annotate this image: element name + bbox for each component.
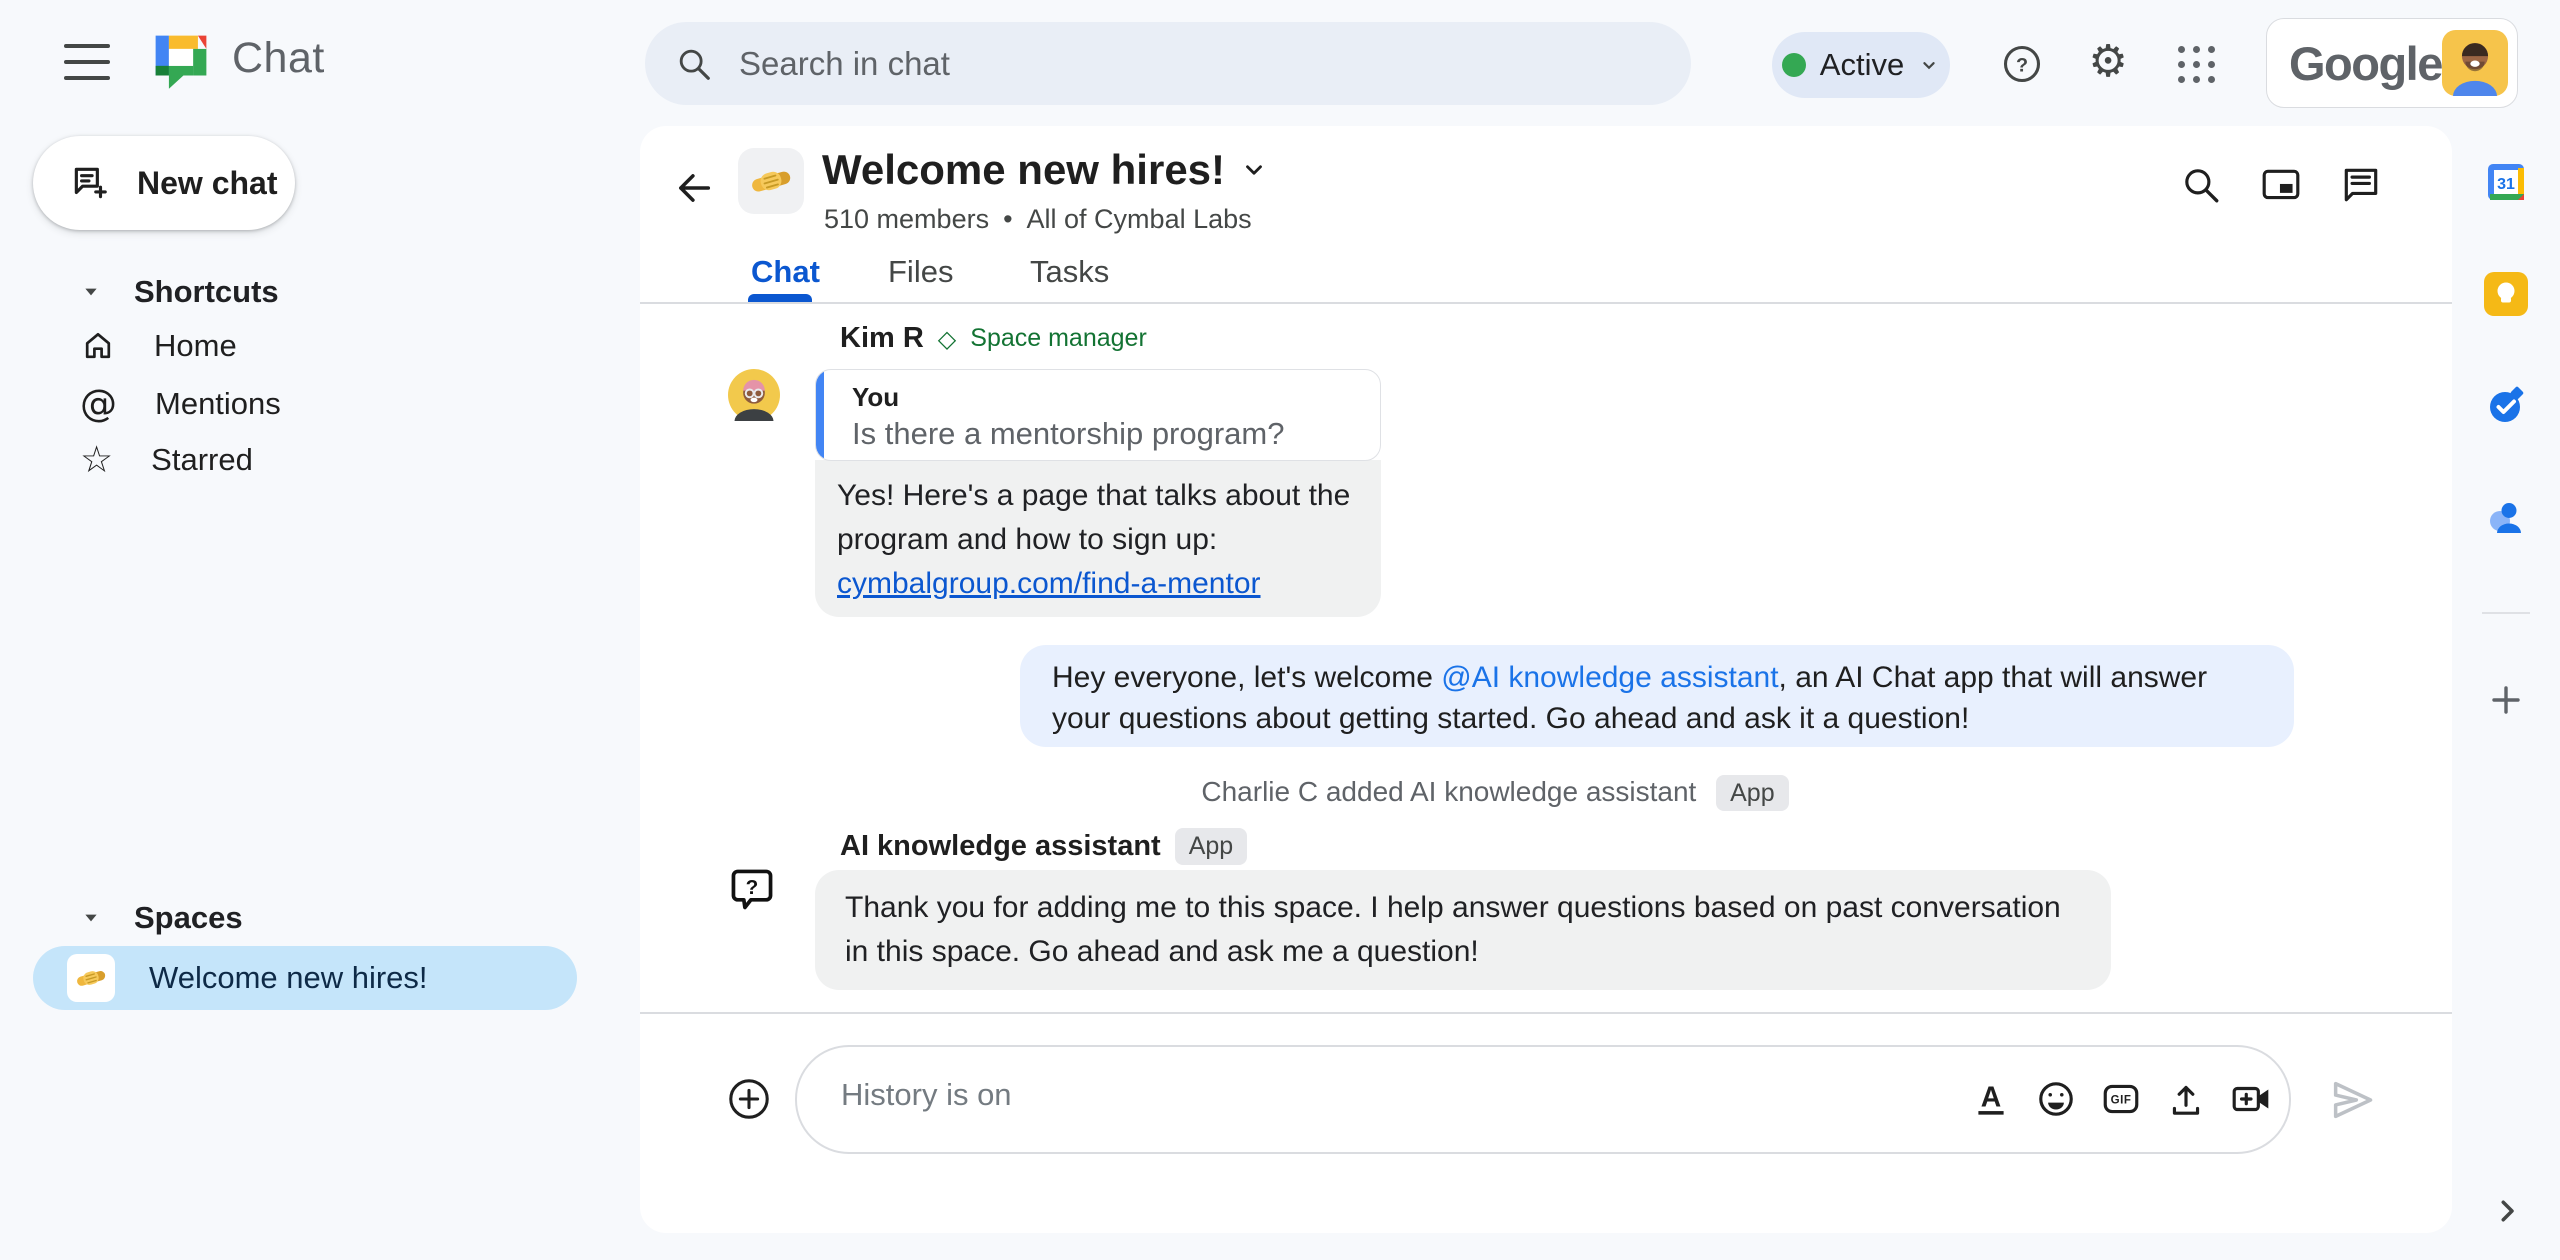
tasks-icon[interactable] bbox=[2484, 384, 2528, 428]
new-chat-button[interactable]: New chat bbox=[33, 136, 295, 230]
space-panel: Welcome new hires! 510 members • All of … bbox=[640, 126, 2452, 1233]
svg-text:31: 31 bbox=[2497, 176, 2515, 193]
space-manager-diamond-icon: ◇ bbox=[937, 324, 957, 353]
google-wordmark: Google bbox=[2289, 36, 2443, 90]
quoted-message-card[interactable]: You Is there a mentorship program? bbox=[815, 369, 1381, 461]
chevron-down-icon bbox=[1246, 165, 1262, 175]
message-bubble-welcome[interactable]: Hey everyone, let's welcome @AI knowledg… bbox=[1020, 645, 2294, 747]
sidebar-space-welcome-new-hires[interactable]: Welcome new hires! bbox=[33, 946, 577, 1010]
sender-name[interactable]: Kim R bbox=[840, 322, 924, 355]
status-label: Active bbox=[1819, 47, 1905, 82]
new-chat-icon bbox=[69, 162, 111, 204]
caret-down-icon bbox=[85, 914, 97, 922]
quote-author: You bbox=[852, 382, 900, 412]
sender-name[interactable]: AI knowledge assistant bbox=[840, 830, 1161, 863]
contacts-icon[interactable] bbox=[2484, 496, 2528, 540]
ai-assistant-mention-link[interactable]: @AI knowledge assistant bbox=[1441, 661, 1778, 694]
expand-rail-chevron[interactable] bbox=[2492, 1196, 2522, 1226]
handshake-emoji-icon bbox=[752, 171, 791, 192]
tab-chat[interactable]: Chat bbox=[751, 254, 820, 290]
apps-grid-icon[interactable] bbox=[2172, 40, 2220, 88]
home-icon bbox=[80, 328, 116, 364]
avatar[interactable] bbox=[2441, 30, 2508, 96]
google-account-widget[interactable]: Google bbox=[2266, 18, 2518, 108]
chevron-down-icon bbox=[1918, 54, 1940, 76]
message-bubble-ai-assistant[interactable]: Thank you for adding me to this space. I… bbox=[815, 870, 2111, 990]
settings-gear-icon[interactable]: ⚙ bbox=[2084, 38, 2132, 86]
help-icon[interactable]: ? bbox=[1998, 40, 2046, 88]
space-audience: All of Cymbal Labs bbox=[1026, 204, 1252, 234]
main-menu-icon[interactable] bbox=[64, 44, 110, 80]
search-bar[interactable] bbox=[645, 22, 1691, 105]
message-input[interactable] bbox=[841, 1077, 1941, 1113]
picture-in-picture-icon[interactable] bbox=[2260, 164, 2304, 208]
text-format-icon[interactable]: A bbox=[1970, 1078, 2012, 1120]
space-subtitle: 510 members • All of Cymbal Labs bbox=[824, 204, 1252, 235]
svg-text:GIF: GIF bbox=[2111, 1095, 2132, 1107]
app-badge: App bbox=[1174, 828, 1248, 865]
dot-separator: • bbox=[1003, 204, 1013, 234]
calendar-icon[interactable]: 31 bbox=[2482, 158, 2530, 206]
svg-text:?: ? bbox=[2016, 55, 2028, 77]
quote-text: Is there a mentorship program? bbox=[852, 416, 1285, 451]
threads-icon[interactable] bbox=[2340, 164, 2384, 208]
system-event-row: Charlie C added AI knowledge assistant A… bbox=[640, 775, 2350, 811]
member-count[interactable]: 510 members bbox=[824, 204, 989, 235]
sidebar-item-mentions[interactable]: @ Mentions bbox=[80, 382, 281, 425]
search-in-space-icon[interactable] bbox=[2180, 164, 2224, 208]
search-input[interactable] bbox=[739, 44, 1619, 83]
handshake-emoji-icon bbox=[67, 954, 115, 1002]
svg-text:A: A bbox=[1981, 1081, 2001, 1113]
add-attachment-button[interactable] bbox=[726, 1076, 772, 1122]
back-arrow-button[interactable] bbox=[672, 166, 716, 210]
svg-text:?: ? bbox=[746, 876, 759, 899]
message-sender-row: Kim R ◇ Space manager bbox=[840, 322, 1147, 355]
search-icon bbox=[675, 45, 713, 83]
space-title-menu[interactable]: Welcome new hires! bbox=[822, 146, 1267, 194]
caret-down-icon bbox=[85, 288, 97, 296]
rail-divider bbox=[2482, 612, 2530, 614]
app-title: Chat bbox=[232, 34, 325, 82]
tabs-divider bbox=[640, 302, 2452, 304]
upload-icon[interactable] bbox=[2165, 1078, 2207, 1120]
page-title: Welcome new hires! bbox=[822, 146, 1226, 193]
role-badge: Space manager bbox=[970, 324, 1147, 352]
sidebar-item-starred[interactable]: ☆ Starred bbox=[80, 438, 253, 481]
gif-icon[interactable]: GIF bbox=[2100, 1078, 2142, 1120]
send-message-button[interactable] bbox=[2328, 1076, 2376, 1124]
keep-icon[interactable] bbox=[2484, 272, 2528, 316]
avatar-kim[interactable] bbox=[728, 369, 780, 421]
status-active-dot bbox=[1781, 53, 1806, 77]
add-app-button[interactable] bbox=[2486, 680, 2526, 720]
spaces-section-toggle[interactable]: Spaces bbox=[82, 900, 243, 936]
quote-accent-bar bbox=[816, 370, 824, 460]
google-chat-logo-icon bbox=[152, 32, 210, 90]
star-icon: ☆ bbox=[80, 438, 114, 481]
space-avatar[interactable] bbox=[738, 148, 804, 214]
emoji-icon[interactable] bbox=[2035, 1078, 2077, 1120]
active-tab-indicator bbox=[748, 294, 812, 302]
sidebar-item-home[interactable]: Home bbox=[80, 328, 237, 364]
avatar-ai-assistant[interactable]: ? bbox=[728, 866, 776, 914]
space-item-label: Welcome new hires! bbox=[149, 960, 428, 995]
tab-files[interactable]: Files bbox=[888, 254, 953, 290]
tab-tasks[interactable]: Tasks bbox=[1030, 254, 1109, 290]
mentor-link[interactable]: cymbalgroup.com/find-a-mentor bbox=[837, 567, 1261, 600]
shortcuts-section-toggle[interactable]: Shortcuts bbox=[82, 274, 279, 310]
composer-divider bbox=[640, 1012, 2452, 1014]
message-sender-row: AI knowledge assistant App bbox=[840, 828, 1248, 865]
status-selector[interactable]: Active bbox=[1772, 32, 1950, 98]
app-badge: App bbox=[1716, 775, 1789, 811]
message-bubble-kim-reply[interactable]: Yes! Here's a page that talks about the … bbox=[815, 460, 1381, 617]
video-meeting-icon[interactable] bbox=[2230, 1078, 2272, 1120]
at-mention-icon: @ bbox=[80, 382, 117, 425]
